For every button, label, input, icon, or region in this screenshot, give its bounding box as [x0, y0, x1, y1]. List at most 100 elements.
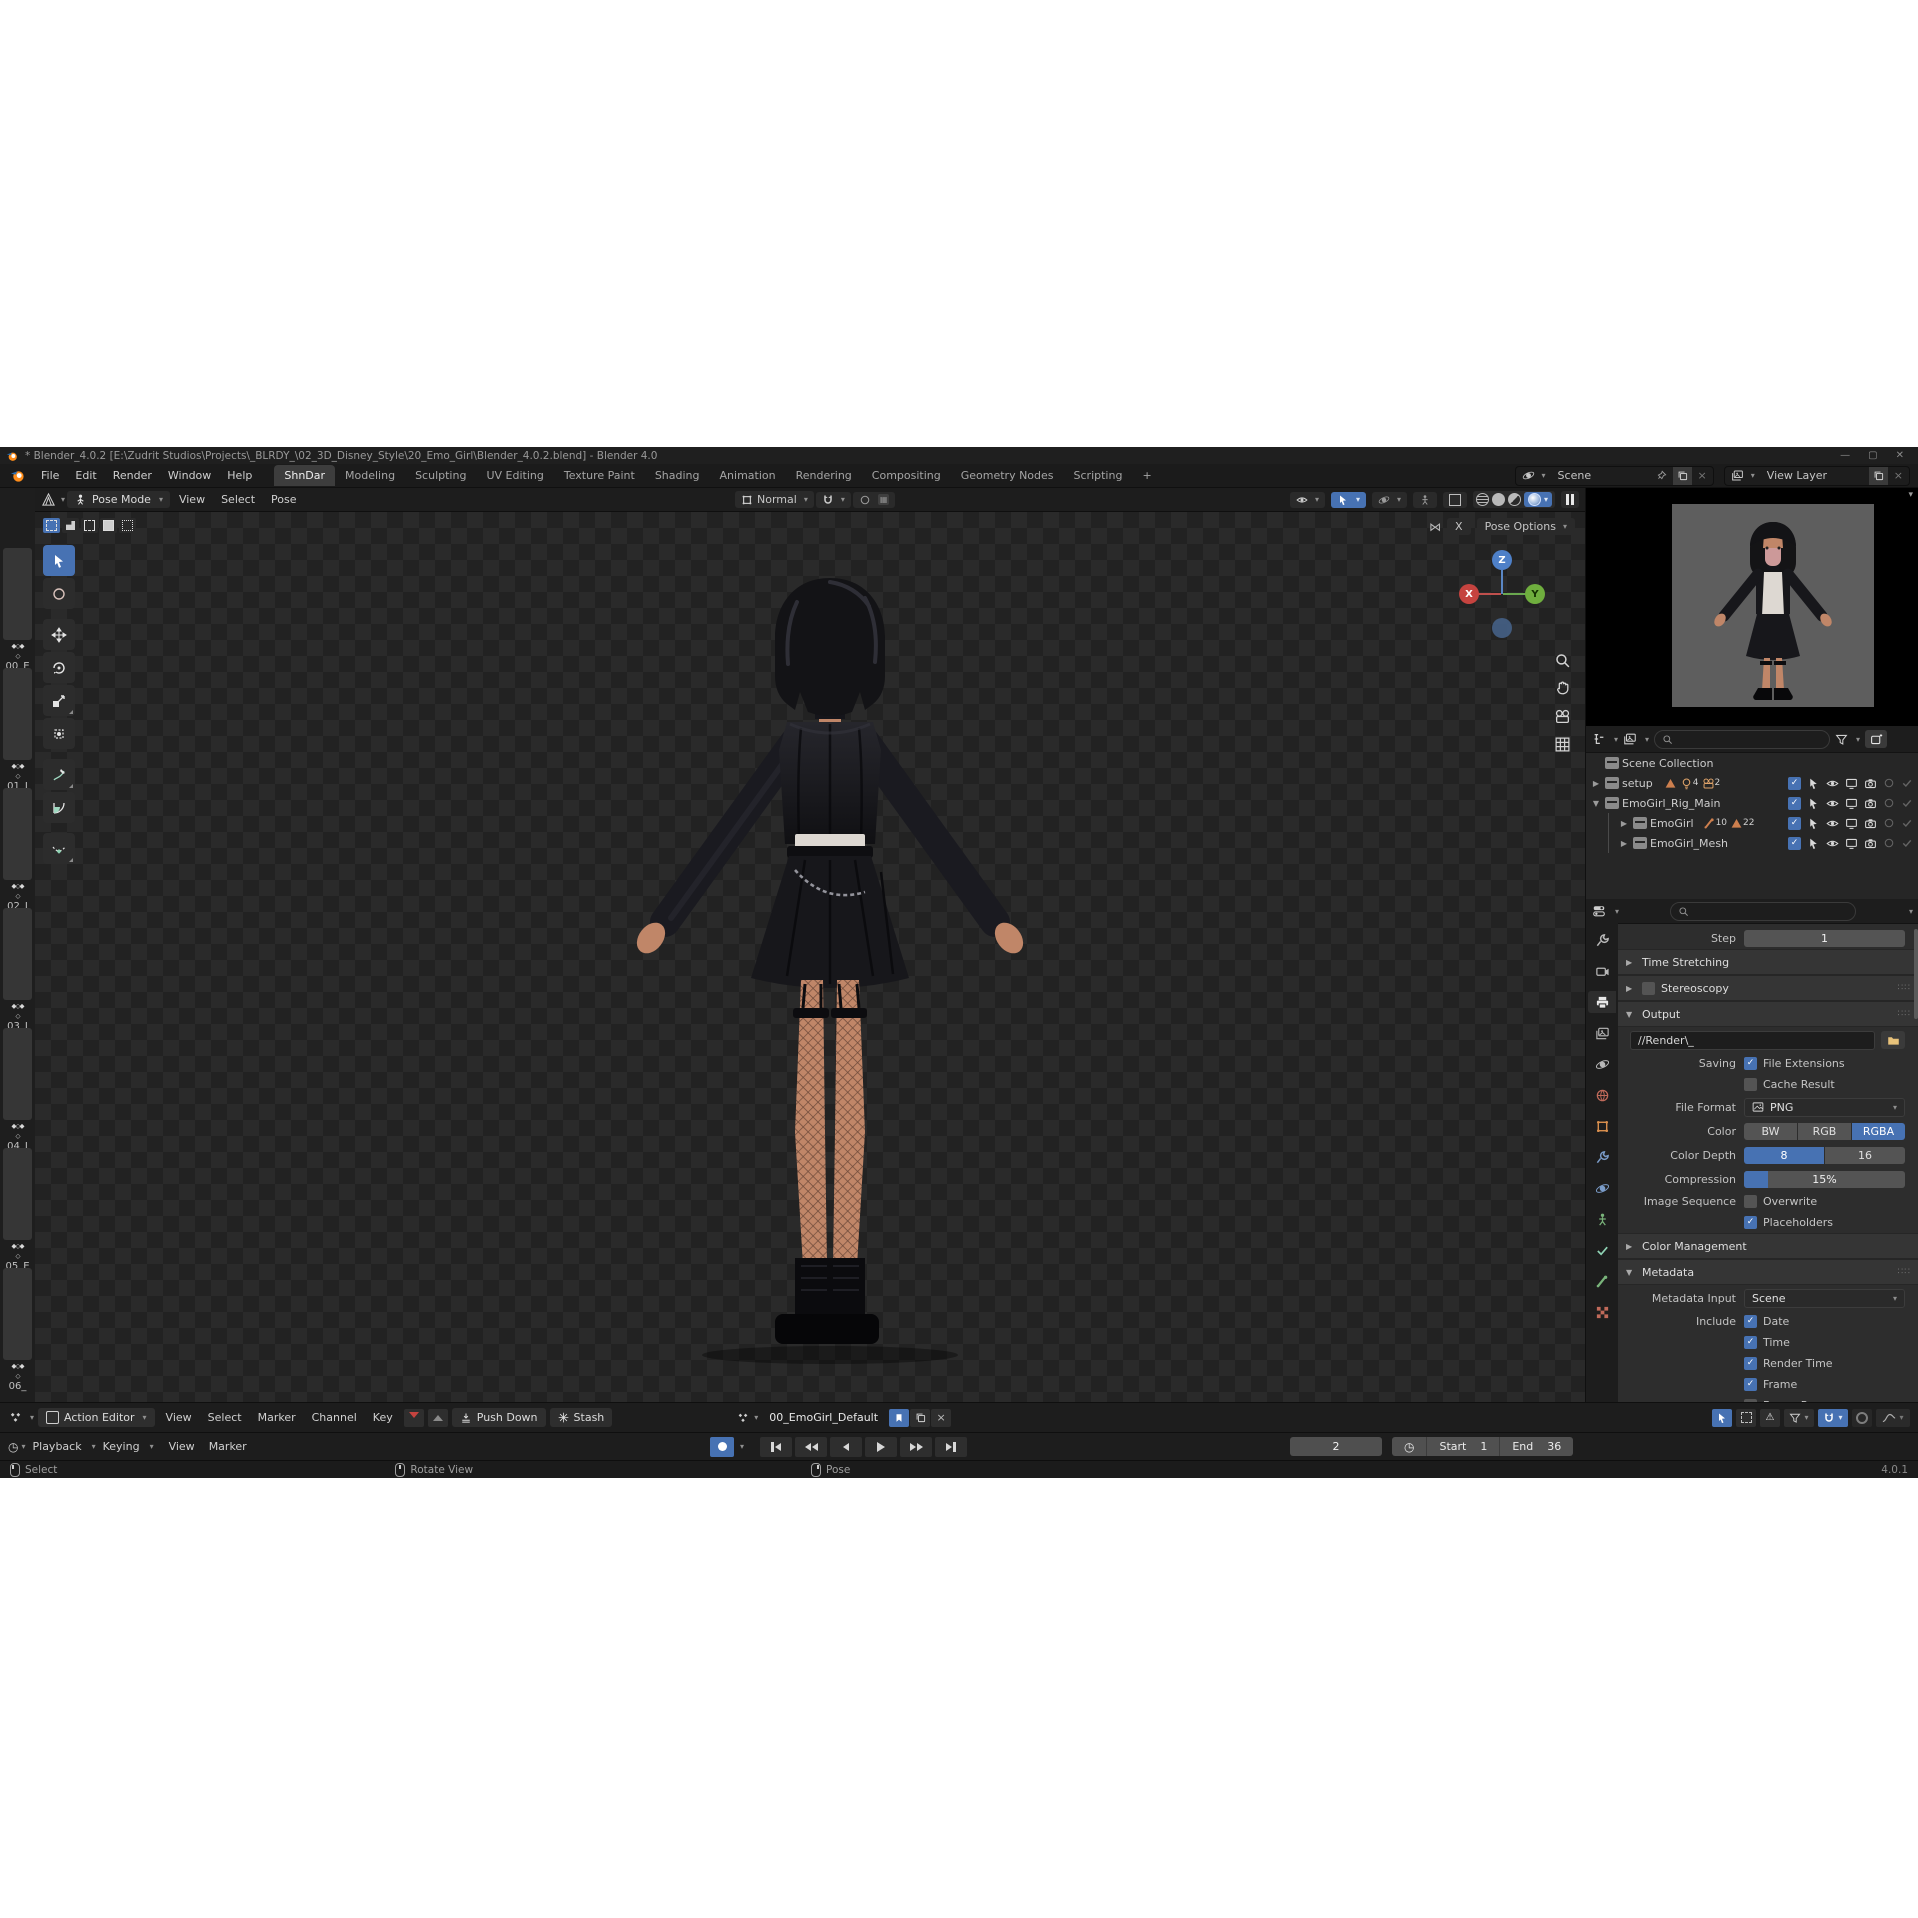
- tab-physics[interactable]: [1588, 1177, 1616, 1199]
- action-icon[interactable]: [736, 1411, 750, 1425]
- collection-checkbox[interactable]: [1788, 797, 1801, 810]
- tab-scene[interactable]: [1588, 1053, 1616, 1075]
- dope-menu-view[interactable]: View: [159, 1409, 199, 1426]
- mirror-x-button[interactable]: X: [1447, 518, 1471, 535]
- tab-modifiers[interactable]: [1588, 1146, 1616, 1168]
- snap-toggle[interactable]: ▾: [816, 492, 851, 508]
- disable-viewport-icon[interactable]: [1845, 797, 1858, 810]
- pause-button[interactable]: [1561, 491, 1579, 508]
- viewport-menu-pose[interactable]: Pose: [264, 491, 303, 508]
- tab-world[interactable]: [1588, 1084, 1616, 1106]
- collection-checkbox[interactable]: [1788, 817, 1801, 830]
- timeline-menu-view[interactable]: View: [162, 1438, 202, 1455]
- dope-menu-select[interactable]: Select: [201, 1409, 249, 1426]
- disable-viewport-icon[interactable]: [1845, 777, 1858, 790]
- selectable-icon[interactable]: [1807, 797, 1820, 810]
- properties-search[interactable]: [1670, 902, 1856, 921]
- tool-rotate[interactable]: [43, 652, 75, 683]
- shading-solid-button[interactable]: [1492, 493, 1505, 506]
- metadata-input-dropdown[interactable]: Scene▾: [1744, 1289, 1905, 1308]
- strip-item[interactable]: ◆◇◆◇02_I: [2, 788, 33, 912]
- play-reverse-button[interactable]: [830, 1437, 862, 1457]
- overwrite-checkbox[interactable]: [1744, 1195, 1757, 1208]
- select-extend-button[interactable]: [62, 518, 79, 533]
- workspace-tab-geometry-nodes[interactable]: Geometry Nodes: [951, 465, 1064, 486]
- outliner-editor-icon[interactable]: [1592, 732, 1606, 746]
- move-down-button[interactable]: [404, 1409, 424, 1427]
- metadata-render-time-checkbox[interactable]: [1744, 1357, 1757, 1370]
- workspace-tab-uv-editing[interactable]: UV Editing: [476, 465, 553, 486]
- indirect-only-icon[interactable]: [1901, 797, 1913, 809]
- panel-time-stretching[interactable]: ▶Time Stretching: [1618, 949, 1918, 975]
- panel-metadata[interactable]: ▼Metadata∷∷: [1618, 1259, 1918, 1285]
- strip-item[interactable]: ◆◇◆◇06_: [2, 1268, 33, 1392]
- indirect-only-icon[interactable]: [1901, 777, 1913, 789]
- render-preview-panel[interactable]: ▾: [1586, 488, 1918, 726]
- new-action-button[interactable]: [910, 1409, 930, 1427]
- character-3d-model[interactable]: [625, 572, 1035, 1372]
- navigation-gizmo[interactable]: Z X Y: [1457, 548, 1549, 640]
- outliner-row-scene-collection[interactable]: Scene Collection: [1586, 753, 1918, 773]
- collapse-chevron-icon[interactable]: ▾: [1908, 490, 1913, 500]
- tool-measure[interactable]: [43, 792, 75, 823]
- outliner-row-rig-main[interactable]: ▼ EmoGirl_Rig_Main: [1586, 793, 1918, 813]
- menu-window[interactable]: Window: [160, 466, 219, 485]
- panel-output[interactable]: ▼Output∷∷: [1618, 1001, 1918, 1027]
- disable-render-icon[interactable]: [1864, 837, 1877, 850]
- disable-render-icon[interactable]: [1864, 797, 1877, 810]
- timeline-editor-icon[interactable]: ◷: [8, 1440, 18, 1454]
- view-layer-selector[interactable]: ▾ View Layer ×: [1724, 466, 1910, 486]
- tool-cursor[interactable]: [43, 578, 75, 609]
- viewport-menu-select[interactable]: Select: [214, 491, 262, 508]
- new-view-layer-button[interactable]: [1869, 467, 1888, 485]
- workspace-tab-sculpting[interactable]: Sculpting: [405, 465, 476, 486]
- holdout-icon[interactable]: [1883, 817, 1895, 829]
- fake-user-button[interactable]: [889, 1409, 909, 1427]
- dope-menu-marker[interactable]: Marker: [251, 1409, 303, 1426]
- filter-dropdown[interactable]: ▾: [1784, 1409, 1814, 1427]
- tool-pose-breakdowner[interactable]: [43, 833, 75, 864]
- overlays-toggle[interactable]: ▾: [1372, 492, 1407, 508]
- pan-hand-icon[interactable]: [1554, 680, 1571, 697]
- color-rgba-button[interactable]: RGBA: [1852, 1123, 1905, 1140]
- color-rgb-button[interactable]: RGB: [1798, 1123, 1851, 1140]
- menu-help[interactable]: Help: [219, 466, 260, 485]
- stereoscopy-checkbox[interactable]: [1642, 982, 1655, 995]
- strip-item[interactable]: ◆◇◆◇00_E: [2, 548, 33, 672]
- scene-selector[interactable]: ▾ Scene ×: [1515, 466, 1714, 486]
- selectable-icon[interactable]: [1807, 817, 1820, 830]
- filter-icon[interactable]: [1835, 733, 1848, 746]
- hide-viewport-icon[interactable]: [1826, 797, 1839, 810]
- disable-viewport-icon[interactable]: [1845, 817, 1858, 830]
- transform-orientation[interactable]: Normal▾: [735, 491, 814, 508]
- use-preview-range-button[interactable]: ◷: [1392, 1437, 1426, 1456]
- output-path-field[interactable]: //Render\_: [1630, 1031, 1875, 1050]
- dope-menu-key[interactable]: Key: [366, 1409, 400, 1426]
- collection-checkbox[interactable]: [1788, 837, 1801, 850]
- workspace-tab-shndar[interactable]: ShnDar: [274, 465, 335, 486]
- workspace-tab-animation[interactable]: Animation: [710, 465, 786, 486]
- disable-render-icon[interactable]: [1864, 817, 1877, 830]
- keying-dropdown[interactable]: ▾: [740, 1442, 744, 1451]
- workspace-tab-scripting[interactable]: Scripting: [1064, 465, 1133, 486]
- pin-icon[interactable]: [1656, 470, 1667, 481]
- selectable-icon[interactable]: [1807, 837, 1820, 850]
- new-scene-button[interactable]: [1673, 467, 1692, 485]
- keying-dot-icon[interactable]: [1852, 1409, 1872, 1427]
- left-action-strip[interactable]: ◆◇◆◇00_E ◆◇◆◇01_I ◆◇◆◇02_I ◆◇◆◇03_I ◆◇◆◇…: [0, 488, 36, 1402]
- hide-hidden-filter[interactable]: [1736, 1409, 1756, 1427]
- strip-item[interactable]: ◆◇◆◇01_I: [2, 668, 33, 792]
- camera-view-icon[interactable]: [1554, 708, 1571, 725]
- gizmo-x-axis[interactable]: X: [1459, 584, 1479, 604]
- editor-mode-dropdown[interactable]: Action Editor▾: [38, 1408, 155, 1427]
- panel-color-management[interactable]: ▶Color Management: [1618, 1233, 1918, 1259]
- collection-checkbox[interactable]: [1788, 777, 1801, 790]
- tab-tool[interactable]: [1588, 929, 1616, 951]
- grid-ortho-icon[interactable]: [1554, 736, 1571, 753]
- metadata-time-checkbox[interactable]: [1744, 1336, 1757, 1349]
- tab-texture[interactable]: [1588, 1301, 1616, 1323]
- proportional-editing[interactable]: ▦: [853, 492, 896, 508]
- browse-folder-button[interactable]: [1881, 1031, 1905, 1049]
- selectable-icon[interactable]: [1807, 777, 1820, 790]
- workspace-tab-rendering[interactable]: Rendering: [786, 465, 862, 486]
